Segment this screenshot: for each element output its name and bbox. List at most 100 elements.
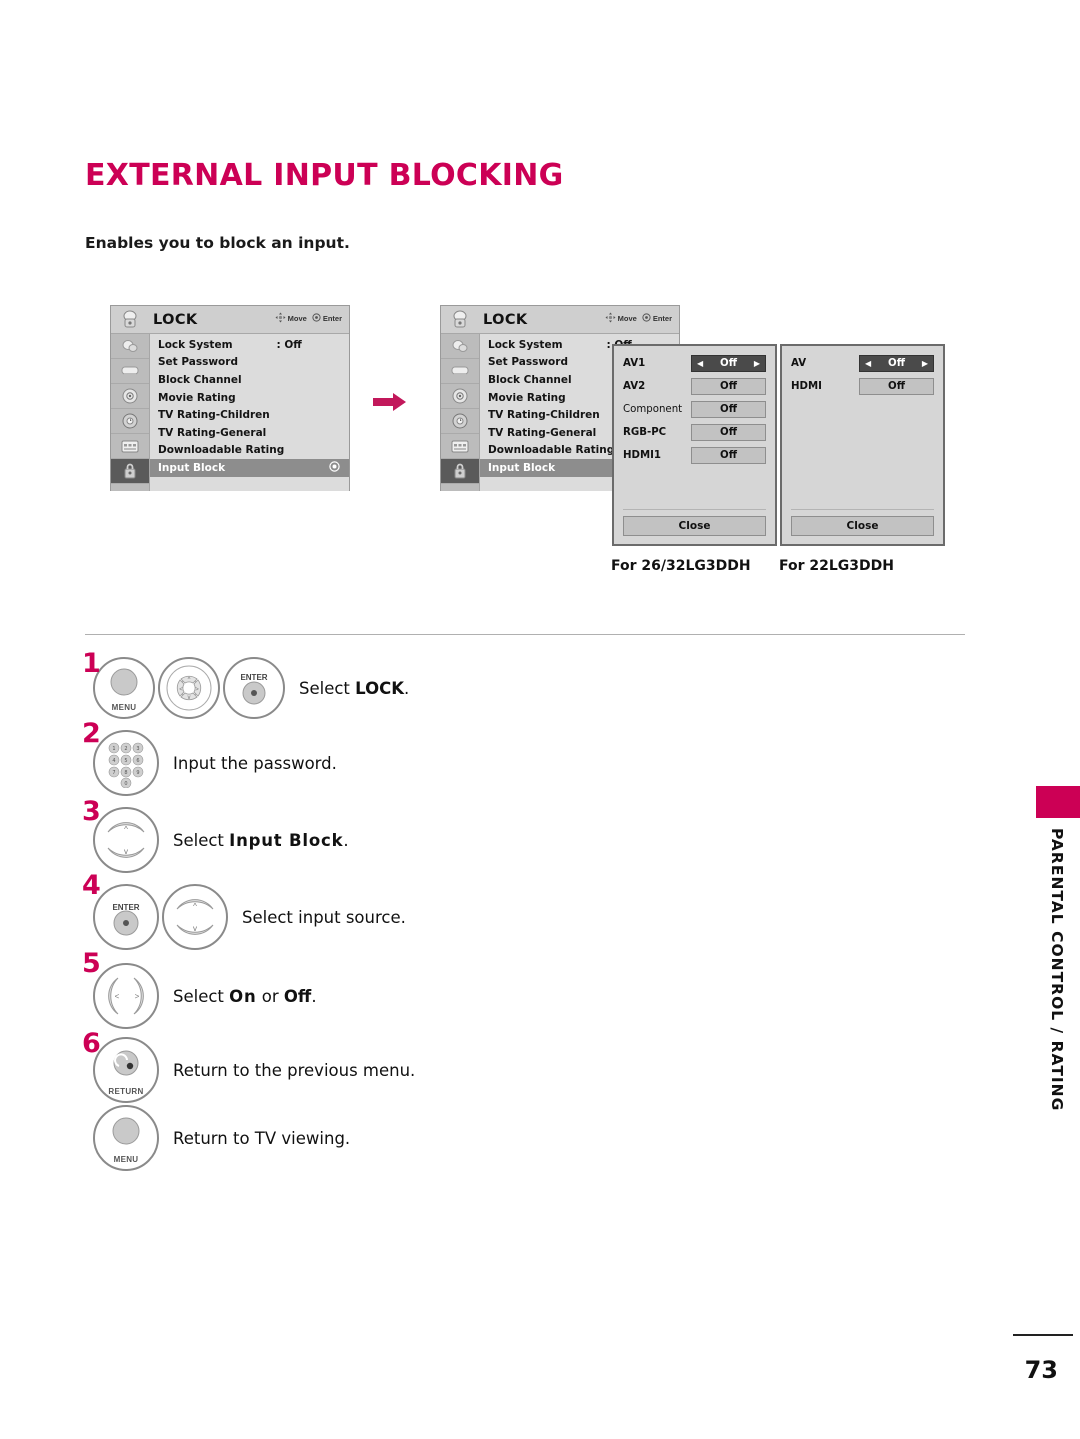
close-button[interactable]: Close xyxy=(623,516,766,536)
menu-item-label: Lock System xyxy=(158,338,233,351)
up-down-button[interactable]: ^ v xyxy=(93,807,159,873)
svg-text:1: 1 xyxy=(112,746,115,752)
input-value-selector[interactable]: Off xyxy=(691,447,766,464)
svg-text:v: v xyxy=(188,695,191,701)
step-2-text: Input the password. xyxy=(173,753,337,773)
divider xyxy=(791,509,934,510)
number-pad-button[interactable]: 1 2 3 4 5 6 7 8 9 0 xyxy=(93,730,159,796)
lock-icon[interactable] xyxy=(111,459,149,484)
input-label: AV1 xyxy=(623,358,646,369)
menu-item-block-channel[interactable]: Block Channel xyxy=(150,371,349,389)
input-block-rows: AV ◀ Off ▶ HDMI Off xyxy=(782,346,943,509)
step-text-suffix: . xyxy=(343,830,349,850)
enter-dot-icon xyxy=(642,313,651,324)
input-value-selector[interactable]: Off xyxy=(691,401,766,418)
step-number: 4 xyxy=(82,870,101,901)
picture-icon[interactable] xyxy=(441,334,479,359)
enter-button[interactable]: ENTER xyxy=(223,657,285,719)
input-value-selector[interactable]: ◀ Off ▶ xyxy=(691,355,766,372)
setup-icon[interactable] xyxy=(111,409,149,434)
menu-item-label: Set Password xyxy=(158,356,238,369)
input-value-selector[interactable]: Off xyxy=(859,378,934,395)
step-text-bold: Input Block xyxy=(229,830,344,850)
step-number: 3 xyxy=(82,796,101,827)
svg-text:0: 0 xyxy=(124,781,127,787)
time-icon[interactable] xyxy=(111,384,149,409)
enter-dot-icon xyxy=(329,461,340,475)
page-number: 73 xyxy=(1024,1356,1058,1384)
enter-button[interactable]: ENTER xyxy=(93,884,159,950)
input-value-selector[interactable]: Off xyxy=(691,424,766,441)
input-row-component: Component Off xyxy=(623,399,766,420)
picture-icon[interactable] xyxy=(111,334,149,359)
menu-item-tv-rating-general[interactable]: TV Rating-General xyxy=(150,424,349,442)
input-value: Off xyxy=(888,381,905,392)
svg-text:v: v xyxy=(124,847,128,856)
lock-header-icon xyxy=(111,307,149,333)
svg-text:9: 9 xyxy=(136,770,139,776)
input-value: Off xyxy=(888,358,905,369)
right-arrow-icon[interactable]: ▶ xyxy=(754,359,760,368)
osd-title: LOCK xyxy=(153,311,198,328)
lock-icon[interactable] xyxy=(441,459,479,484)
menu-item-input-block[interactable]: Input Block xyxy=(150,459,349,477)
menu-button-label: MENU xyxy=(113,1155,139,1164)
hint-move-label: Move xyxy=(617,314,637,323)
page-title: EXTERNAL INPUT BLOCKING xyxy=(85,158,564,193)
svg-text:3: 3 xyxy=(136,746,139,752)
svg-text:v: v xyxy=(193,924,197,933)
svg-text:4: 4 xyxy=(112,758,115,764)
menu-button[interactable]: MENU xyxy=(93,657,155,719)
menu-item-downloadable-rating[interactable]: Downloadable Rating xyxy=(150,442,349,460)
option-icon[interactable] xyxy=(111,434,149,459)
section-tab-marker xyxy=(1036,786,1080,818)
input-value-selector[interactable]: Off xyxy=(691,378,766,395)
flow-arrow-icon xyxy=(373,393,407,411)
menu-item-tv-rating-children[interactable]: TV Rating-Children xyxy=(150,406,349,424)
left-arrow-icon[interactable]: ◀ xyxy=(697,359,703,368)
audio-icon[interactable] xyxy=(441,359,479,384)
page-subtitle: Enables you to block an input. xyxy=(85,234,350,252)
step-text-prefix: Select xyxy=(299,678,356,698)
hint-enter-label: Enter xyxy=(652,314,672,323)
left-arrow-icon[interactable]: ◀ xyxy=(865,359,871,368)
step-3: 3 ^ v Select Input Block. xyxy=(82,798,905,878)
up-down-button[interactable]: ^ v xyxy=(162,884,228,950)
move-dpad-icon xyxy=(605,312,616,325)
close-button[interactable]: Close xyxy=(791,516,934,536)
audio-icon[interactable] xyxy=(111,359,149,384)
input-value-selector[interactable]: ◀ Off ▶ xyxy=(859,355,934,372)
option-icon[interactable] xyxy=(441,434,479,459)
step-text-suffix: . xyxy=(404,678,410,698)
step-buttons: 1 2 3 4 5 6 7 8 9 0 xyxy=(93,730,159,796)
input-value: Off xyxy=(720,450,737,461)
menu-item-label: Input Block xyxy=(488,461,556,474)
step-6-text: Return to the previous menu. xyxy=(173,1060,416,1080)
menu-item-label: Downloadable Rating xyxy=(158,444,285,457)
menu-item-set-password[interactable]: Set Password xyxy=(150,354,349,372)
input-block-rows: AV1 ◀ Off ▶ AV2 Off Component Off RGB-PC… xyxy=(614,346,775,509)
input-value: Off xyxy=(720,381,737,392)
navigation-wheel-button[interactable]: ^ v < > xyxy=(158,657,220,719)
input-label: HDMI1 xyxy=(623,450,661,461)
menu-item-lock-system[interactable]: Lock System : Off xyxy=(150,336,349,354)
step-text-prefix: Select xyxy=(173,830,230,850)
input-value: Off xyxy=(720,358,737,369)
menu-item-movie-rating[interactable]: Movie Rating xyxy=(150,389,349,407)
menu-button[interactable]: MENU xyxy=(93,1105,159,1171)
divider xyxy=(623,509,766,510)
menu-item-label: TV Rating-General xyxy=(158,426,267,439)
right-arrow-icon[interactable]: ▶ xyxy=(922,359,928,368)
time-icon[interactable] xyxy=(441,384,479,409)
move-dpad-icon xyxy=(275,312,286,325)
return-button[interactable]: RETURN xyxy=(93,1037,159,1103)
enter-button-label: ENTER xyxy=(112,903,140,912)
svg-text:2: 2 xyxy=(124,746,127,752)
left-right-button[interactable]: < > xyxy=(93,963,159,1029)
step-buttons: MENU ^ v < > ENTER xyxy=(93,657,285,719)
input-label: AV xyxy=(791,358,807,369)
svg-text:5: 5 xyxy=(124,758,127,764)
setup-icon[interactable] xyxy=(441,409,479,434)
svg-text:8: 8 xyxy=(124,770,127,776)
menu-item-label: Block Channel xyxy=(158,373,242,386)
